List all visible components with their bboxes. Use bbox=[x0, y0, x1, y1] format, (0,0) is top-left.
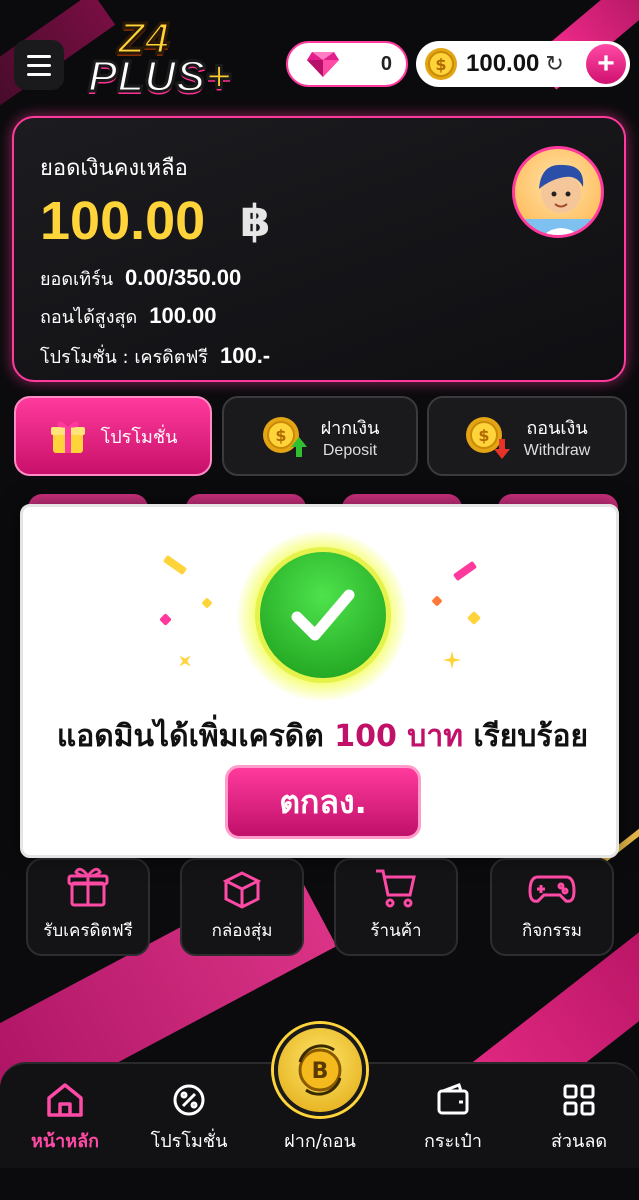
credit-amount: 100.00 bbox=[466, 50, 540, 77]
confetti-icon bbox=[159, 613, 172, 626]
sparkle-icon bbox=[174, 650, 197, 673]
ok-button[interactable]: ตกลง. bbox=[225, 765, 421, 839]
shop-button[interactable]: ร้านค้า bbox=[334, 858, 458, 956]
user-avatar-icon bbox=[515, 164, 601, 235]
svg-text:B: B bbox=[312, 1059, 329, 1084]
nav-discount[interactable]: ส่วนลด bbox=[524, 1082, 634, 1155]
deposit-button[interactable]: $ ฝากเงิน Deposit bbox=[222, 396, 418, 476]
wallet-icon bbox=[437, 1083, 469, 1115]
activity-label: กิจกรรม bbox=[521, 921, 582, 941]
promo-row: โปรโมชั่น : เครดิตฟรี 100.- bbox=[40, 342, 270, 371]
bitcoin-exchange-icon: B bbox=[298, 1044, 342, 1096]
cart-icon bbox=[376, 869, 416, 908]
turnover-value: 0.00/350.00 bbox=[125, 265, 242, 290]
avatar[interactable] bbox=[512, 146, 604, 238]
balance-title: ยอดเงินคงเหลือ bbox=[40, 156, 188, 181]
gamepad-icon bbox=[528, 875, 576, 903]
percent-badge-icon bbox=[173, 1084, 205, 1116]
shop-label: ร้านค้า bbox=[370, 921, 422, 941]
confetti-icon bbox=[162, 554, 188, 576]
svg-text:$: $ bbox=[478, 426, 489, 445]
nav-wallet[interactable]: กระเป๋า bbox=[398, 1082, 508, 1155]
free-credit-label: รับเครดิตฟรี bbox=[43, 921, 133, 941]
confetti-icon bbox=[466, 610, 482, 626]
deposit-label: ฝากเงิน bbox=[320, 417, 380, 439]
dialog-message: แอดมินได้เพิ่มเครดิต 100 บาท เรียบร้อย bbox=[56, 719, 589, 754]
brand-logo[interactable]: Z4 PLUS+ bbox=[86, 13, 232, 104]
nav-home-label: หน้าหลัก bbox=[30, 1131, 100, 1152]
hamburger-icon bbox=[27, 54, 51, 58]
grid-icon bbox=[563, 1084, 595, 1116]
gem-count: 0 bbox=[380, 52, 392, 75]
nav-wallet-label: กระเป๋า bbox=[424, 1131, 482, 1152]
nav-discount-label: ส่วนลด bbox=[550, 1131, 608, 1152]
gift-icon bbox=[50, 421, 85, 453]
diamond-icon bbox=[307, 52, 339, 77]
svg-text:$: $ bbox=[435, 55, 446, 74]
balance-amount: 100.00 bbox=[40, 191, 206, 251]
confetti-icon bbox=[431, 595, 443, 607]
confetti-icon bbox=[201, 597, 213, 609]
deposit-coin-icon: $ bbox=[262, 417, 307, 457]
success-check-icon bbox=[255, 547, 391, 683]
free-credit-button[interactable]: รับเครดิตฟรี bbox=[26, 858, 150, 956]
confetti-icon bbox=[452, 560, 478, 582]
withdraw-coin-icon: $ bbox=[465, 417, 510, 459]
withdraw-sublabel: Withdraw bbox=[523, 441, 591, 459]
deposit-sublabel: Deposit bbox=[322, 441, 378, 459]
promotion-button[interactable]: โปรโมชั่น bbox=[14, 396, 212, 476]
max-withdraw-row: ถอนได้สูงสุด 100.00 bbox=[40, 302, 217, 331]
credit-amount-highlight: 100 บาท bbox=[334, 719, 463, 754]
credit-balance: $ 100.00 ↻ + bbox=[416, 41, 630, 87]
refresh-icon[interactable]: ↻ bbox=[545, 52, 563, 77]
logo-text-bottom: PLUS+ bbox=[86, 51, 232, 103]
success-dialog: แอดมินได้เพิ่มเครดิต 100 บาท เรียบร้อย ต… bbox=[20, 504, 619, 858]
gem-balance[interactable]: 0 bbox=[286, 41, 408, 87]
turnover-row: ยอดเทิร์น 0.00/350.00 bbox=[40, 264, 241, 293]
gift-icon bbox=[67, 867, 109, 907]
home-icon bbox=[47, 1083, 83, 1117]
balance-card: ยอดเงินคงเหลือ 100.00 ฿ ยอดเทิร์น 0.00/35… bbox=[12, 116, 626, 382]
box-icon bbox=[222, 871, 262, 909]
currency-symbol: ฿ bbox=[240, 196, 271, 247]
turnover-label: ยอดเทิร์น bbox=[40, 269, 114, 290]
svg-text:$: $ bbox=[275, 426, 286, 445]
promo-value: 100.- bbox=[219, 343, 271, 368]
activity-button[interactable]: กิจกรรม bbox=[490, 858, 614, 956]
nav-deposit-withdraw-button[interactable]: B bbox=[274, 1024, 366, 1116]
mystery-box-label: กล่องสุ่ม bbox=[211, 921, 273, 941]
promotion-label: โปรโมชั่น bbox=[100, 426, 178, 448]
nav-deposit-withdraw-label: ฝาก/ถอน bbox=[284, 1131, 356, 1152]
add-credit-button[interactable]: + bbox=[586, 44, 626, 84]
mystery-box-button[interactable]: กล่องสุ่ม bbox=[180, 858, 304, 956]
withdraw-label: ถอนเงิน bbox=[526, 417, 588, 439]
promo-label: โปรโมชั่น : เครดิตฟรี bbox=[40, 347, 208, 368]
menu-button[interactable] bbox=[14, 40, 64, 90]
max-withdraw-value: 100.00 bbox=[149, 303, 217, 328]
nav-promotion[interactable]: โปรโมชั่น bbox=[134, 1082, 244, 1155]
nav-home[interactable]: หน้าหลัก bbox=[10, 1082, 120, 1155]
withdraw-button[interactable]: $ ถอนเงิน Withdraw bbox=[427, 396, 627, 476]
max-withdraw-label: ถอนได้สูงสุด bbox=[40, 307, 138, 328]
coin-icon: $ bbox=[425, 48, 457, 80]
top-header: Z4 PLUS+ 0 $ 100.00 ↻ + bbox=[0, 0, 639, 120]
nav-promotion-label: โปรโมชั่น bbox=[150, 1131, 228, 1152]
sparkle-icon bbox=[443, 651, 461, 669]
hamburger-icon bbox=[27, 63, 51, 67]
hamburger-icon bbox=[27, 72, 51, 76]
